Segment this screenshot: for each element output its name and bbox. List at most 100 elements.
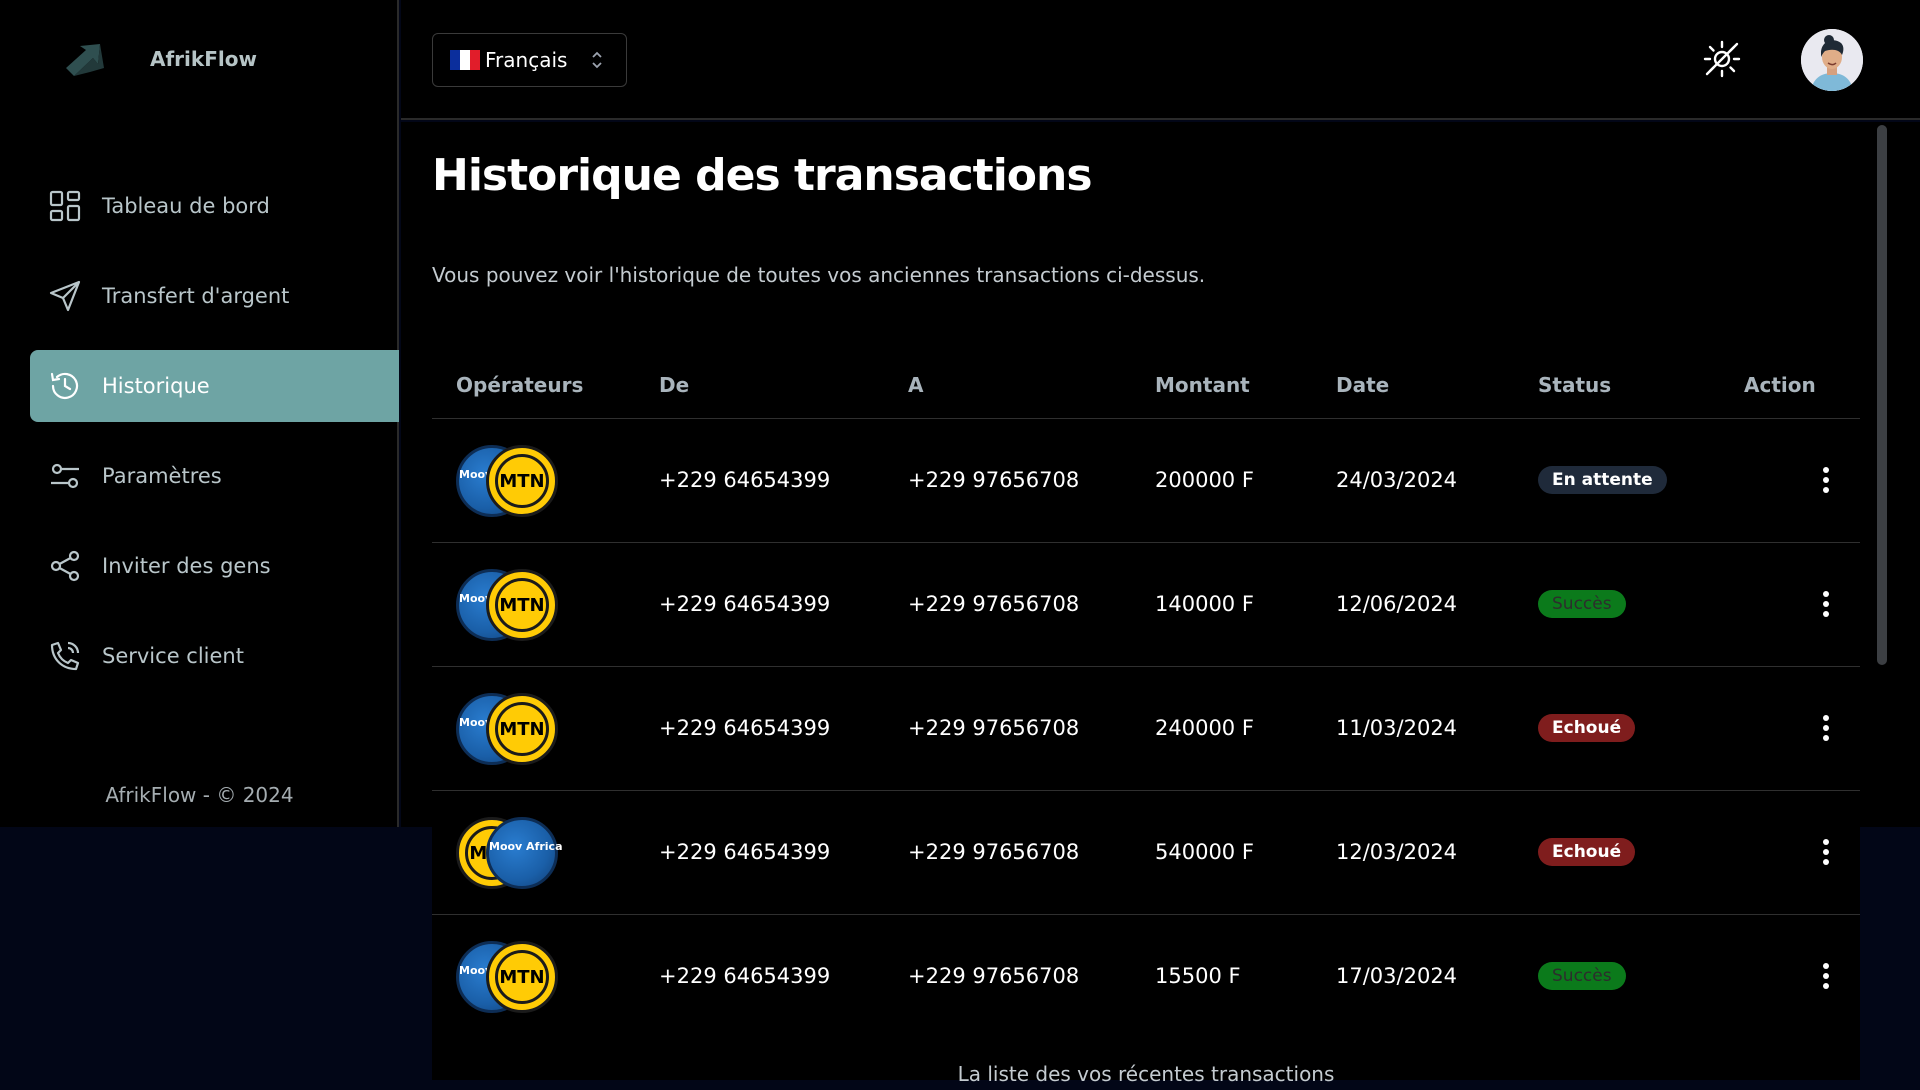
- table-row[interactable]: Moov Africa MTN +229 64654399 +229 97656…: [432, 418, 1860, 543]
- table-row[interactable]: Moov Africa MTN +229 64654399 +229 97656…: [432, 542, 1860, 667]
- from-cell: +229 64654399: [635, 418, 884, 543]
- action-cell: [1720, 542, 1860, 667]
- sidebar-item-dashboard[interactable]: Tableau de bord: [30, 170, 399, 242]
- amount-cell: 540000 F: [1131, 790, 1312, 915]
- from-cell: +229 64654399: [635, 542, 884, 667]
- status-cell: Succès: [1514, 542, 1720, 667]
- mtn-logo-icon: MTN: [486, 569, 558, 641]
- status-cell: Succès: [1514, 914, 1720, 1038]
- brand[interactable]: AfrikFlow: [60, 38, 257, 80]
- mtn-logo-icon: MTN: [486, 941, 558, 1014]
- page-title: Historique des transactions: [432, 150, 1093, 201]
- sidebar-item-label: Transfert d'argent: [102, 284, 290, 308]
- avatar-image: [1801, 29, 1863, 91]
- send-icon: [49, 280, 81, 312]
- from-cell: +229 64654399: [635, 790, 884, 915]
- history-icon: [50, 372, 79, 399]
- amount-cell: 200000 F: [1131, 418, 1312, 543]
- operator-label: Moov Africa: [489, 840, 563, 853]
- language-label: Français: [485, 48, 568, 72]
- operators-cell: MTN Moov Africa: [432, 790, 635, 915]
- language-select[interactable]: Français: [432, 33, 627, 87]
- status-badge: Succès: [1538, 590, 1626, 618]
- column-header-status: Status: [1514, 352, 1720, 419]
- operator-logos: Moov Africa MTN: [456, 688, 566, 768]
- theme-toggle-icon[interactable]: [1701, 38, 1743, 80]
- sidebar-item-settings[interactable]: Paramètres: [30, 440, 399, 512]
- more-actions-icon[interactable]: [1819, 463, 1833, 497]
- sidebar-footer: AfrikFlow - © 2024: [105, 783, 294, 807]
- status-badge: Echoué: [1538, 714, 1636, 742]
- table-row[interactable]: Moov Africa MTN +229 64654399 +229 97656…: [432, 914, 1860, 1038]
- more-actions-icon[interactable]: [1819, 959, 1833, 993]
- mtn-logo-icon: MTN: [486, 693, 558, 765]
- user-avatar[interactable]: [1801, 29, 1863, 91]
- page-subtitle: Vous pouvez voir l'historique de toutes …: [432, 263, 1206, 287]
- more-actions-icon[interactable]: [1819, 587, 1833, 621]
- to-cell: +229 97656708: [884, 666, 1131, 791]
- column-header-to: A: [884, 352, 1131, 419]
- operator-label: MTN: [495, 950, 549, 1005]
- dashboard-icon: [49, 190, 81, 222]
- operators-cell: Moov Africa MTN: [432, 418, 635, 543]
- brand-name: AfrikFlow: [150, 47, 257, 71]
- transactions-table: Opérateurs De A Montant Date Status Acti…: [432, 352, 1860, 1038]
- amount-cell: 140000 F: [1131, 542, 1312, 667]
- operators-cell: Moov Africa MTN: [432, 542, 635, 667]
- from-cell: +229 64654399: [659, 964, 831, 989]
- column-header-amount: Montant: [1131, 352, 1312, 419]
- sidebar-item-support[interactable]: Service client: [30, 620, 399, 692]
- operators-cell: Moov Africa MTN: [432, 666, 635, 791]
- table-caption: La liste des vos récentes transactions: [957, 1062, 1335, 1086]
- operator-logos: Moov Africa MTN: [456, 564, 566, 644]
- sidebar-item-invite[interactable]: Inviter des gens: [30, 530, 399, 602]
- sidebar-item-label: Tableau de bord: [102, 194, 270, 218]
- table-body: Moov Africa MTN +229 64654399 +229 97656…: [432, 418, 1860, 1038]
- operator-logos: Moov Africa MTN: [456, 936, 566, 1016]
- sidebar: AfrikFlow Tableau de bord Transfert d'ar…: [0, 0, 399, 827]
- mtn-logo-icon: MTN: [486, 445, 558, 517]
- status-badge: En attente: [1538, 466, 1667, 494]
- amount-cell: 15500 F: [1155, 964, 1241, 989]
- action-cell: [1720, 790, 1860, 915]
- date-cell: 24/03/2024: [1312, 418, 1514, 543]
- sidebar-item-history[interactable]: Historique: [30, 350, 399, 422]
- more-actions-icon[interactable]: [1819, 711, 1833, 745]
- scrollbar-thumb[interactable]: [1877, 125, 1887, 665]
- afrikflow-logo-icon: [66, 44, 104, 76]
- status-cell: Echoué: [1514, 790, 1720, 915]
- sidebar-item-transfer[interactable]: Transfert d'argent: [30, 260, 399, 332]
- date-cell: 11/03/2024: [1312, 666, 1514, 791]
- phone-icon: [50, 641, 80, 671]
- status-badge: Succès: [1538, 962, 1626, 991]
- settings-sliders-icon: [51, 463, 79, 489]
- table-row[interactable]: Moov Africa MTN +229 64654399 +229 97656…: [432, 666, 1860, 791]
- to-cell: +229 97656708: [884, 542, 1131, 667]
- action-cell: [1720, 418, 1860, 543]
- column-header-operators: Opérateurs: [432, 352, 635, 419]
- sidebar-item-label: Inviter des gens: [102, 554, 271, 578]
- moov-africa-logo-icon: Moov Africa: [486, 817, 563, 889]
- share-icon: [50, 550, 80, 582]
- chevron-up-down-icon: [592, 51, 602, 69]
- more-actions-icon[interactable]: [1819, 835, 1833, 869]
- date-cell: 12/06/2024: [1312, 542, 1514, 667]
- column-header-from: De: [635, 352, 884, 419]
- top-header: Français: [401, 0, 1920, 120]
- to-cell: +229 97656708: [884, 418, 1131, 543]
- to-cell: +229 97656708: [908, 964, 1080, 989]
- status-cell: En attente: [1514, 418, 1720, 543]
- sidebar-item-label: Paramètres: [102, 464, 222, 488]
- fr-flag-icon: [450, 50, 480, 70]
- status-cell: Echoué: [1514, 666, 1720, 791]
- date-cell: 12/03/2024: [1312, 790, 1514, 915]
- operator-logos: MTN Moov Africa: [456, 812, 566, 892]
- table-row[interactable]: MTN Moov Africa +229 64654399 +229 97656…: [432, 790, 1860, 915]
- operators-cell: Moov Africa MTN: [432, 914, 635, 1038]
- sidebar-item-label: Historique: [102, 374, 210, 398]
- action-cell: [1720, 666, 1860, 791]
- column-header-action: Action: [1720, 352, 1860, 419]
- from-cell: +229 64654399: [635, 666, 884, 791]
- sidebar-nav: Tableau de bord Transfert d'argent Histo…: [30, 170, 399, 710]
- to-cell: +229 97656708: [884, 790, 1131, 915]
